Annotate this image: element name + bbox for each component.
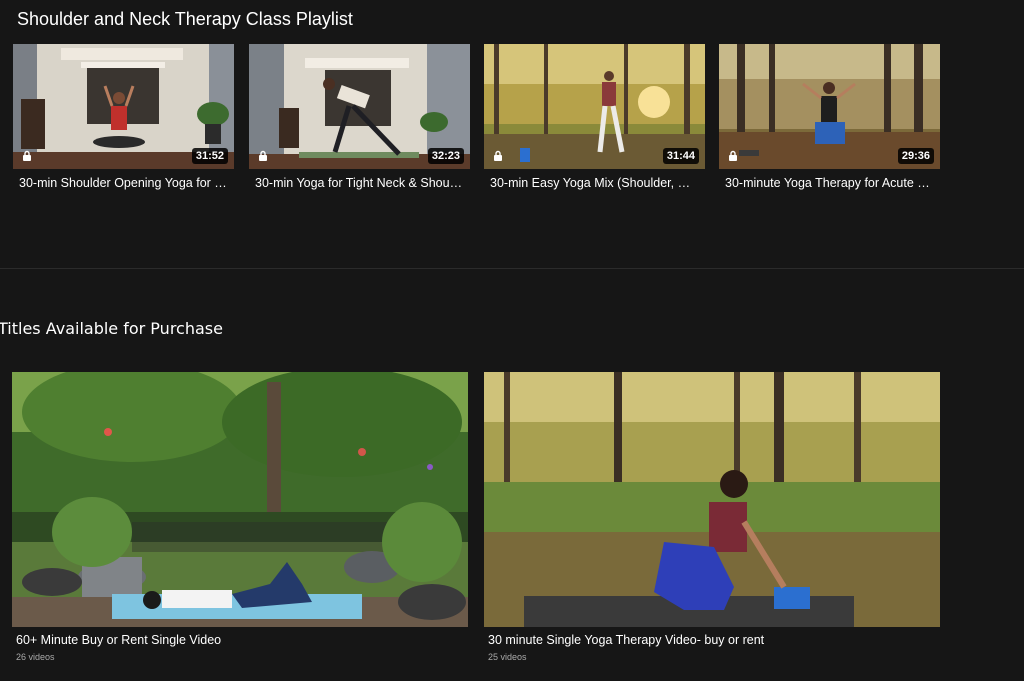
video-thumbnail[interactable]: 29:36 xyxy=(719,44,940,169)
video-duration: 31:44 xyxy=(662,148,699,164)
purchase-item-title[interactable]: 30 minute Single Yoga Therapy Video- buy… xyxy=(484,633,940,647)
playlist-video-card[interactable]: 32:23 30-min Yoga for Tight Neck & Shoul… xyxy=(249,44,470,190)
video-count: 25 videos xyxy=(488,652,527,662)
video-title[interactable]: 30-min Shoulder Opening Yoga for all... xyxy=(13,176,228,190)
playlist-video-card[interactable]: 29:36 30-minute Yoga Therapy for Acute N… xyxy=(719,44,940,190)
purchase-thumbnail[interactable] xyxy=(12,372,468,627)
purchase-item-card[interactable]: 60+ Minute Buy or Rent Single Video 26 v… xyxy=(12,372,468,662)
video-duration: 29:36 xyxy=(897,148,934,164)
video-thumbnail[interactable]: 31:44 xyxy=(484,44,705,169)
playlist-video-card[interactable]: 31:44 30-min Easy Yoga Mix (Shoulder, Wr… xyxy=(484,44,705,190)
section-divider xyxy=(0,268,1024,269)
purchase-thumbnail[interactable] xyxy=(484,372,940,627)
purchase-section-title: Titles Available for Purchase xyxy=(0,319,223,338)
video-title[interactable]: 30-min Easy Yoga Mix (Shoulder, Wri... xyxy=(484,176,699,190)
video-duration: 32:23 xyxy=(427,148,464,164)
lock-icon xyxy=(729,150,737,161)
playlist-title: Shoulder and Neck Therapy Class Playlist xyxy=(17,9,353,29)
video-thumbnail[interactable]: 32:23 xyxy=(249,44,470,169)
lock-icon xyxy=(23,150,31,161)
video-thumbnail[interactable]: 31:52 xyxy=(13,44,234,169)
playlist-video-card[interactable]: 31:52 30-min Shoulder Opening Yoga for a… xyxy=(13,44,234,190)
purchase-item-card[interactable]: 30 minute Single Yoga Therapy Video- buy… xyxy=(484,372,940,662)
video-title[interactable]: 30-minute Yoga Therapy for Acute Ne... xyxy=(719,176,934,190)
lock-icon xyxy=(494,150,502,161)
purchase-item-title[interactable]: 60+ Minute Buy or Rent Single Video xyxy=(12,633,468,647)
video-title[interactable]: 30-min Yoga for Tight Neck & Should... xyxy=(249,176,464,190)
lock-icon xyxy=(259,150,267,161)
video-duration: 31:52 xyxy=(191,148,228,164)
video-count: 26 videos xyxy=(16,652,55,662)
